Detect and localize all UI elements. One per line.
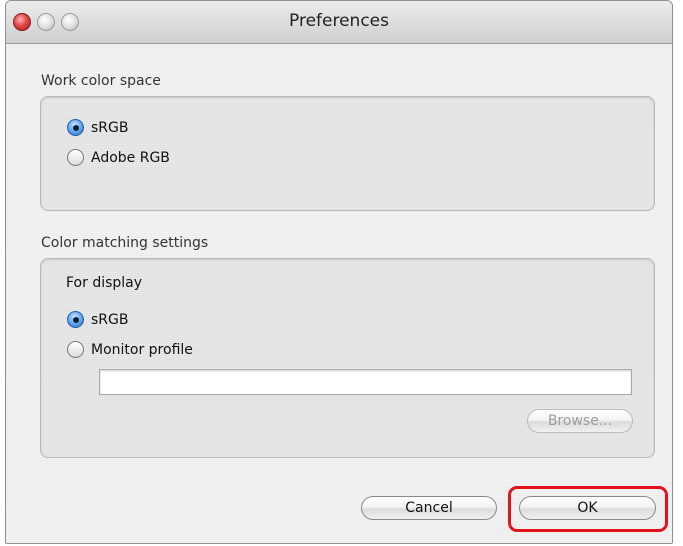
monitor-profile-option[interactable]: Monitor profile xyxy=(67,341,193,358)
radio-unchecked-icon[interactable] xyxy=(67,149,84,166)
work-adobe-rgb-label: Adobe RGB xyxy=(91,149,170,166)
browse-button[interactable]: Browse... xyxy=(527,409,633,433)
radio-unchecked-icon[interactable] xyxy=(67,341,84,358)
work-srgb-label: sRGB xyxy=(91,119,129,136)
color-matching-title: Color matching settings xyxy=(41,235,209,251)
radio-checked-icon[interactable] xyxy=(67,311,84,328)
preferences-window: Preferences Work color space sRGB Adobe … xyxy=(5,0,673,544)
display-srgb-option[interactable]: sRGB xyxy=(67,311,128,328)
monitor-profile-field[interactable] xyxy=(99,369,632,395)
monitor-profile-label: Monitor profile xyxy=(91,341,193,358)
work-color-space-title: Work color space xyxy=(41,73,161,89)
work-adobe-rgb-option[interactable]: Adobe RGB xyxy=(67,149,170,166)
cancel-button[interactable]: Cancel xyxy=(361,496,497,520)
radio-checked-icon[interactable] xyxy=(67,119,84,136)
title-bar[interactable]: Preferences xyxy=(6,1,672,44)
window-title: Preferences xyxy=(289,11,389,31)
work-srgb-option[interactable]: sRGB xyxy=(67,119,128,136)
for-display-label: For display xyxy=(66,275,143,291)
ok-highlight-annotation xyxy=(508,486,668,532)
display-srgb-label: sRGB xyxy=(91,311,129,328)
